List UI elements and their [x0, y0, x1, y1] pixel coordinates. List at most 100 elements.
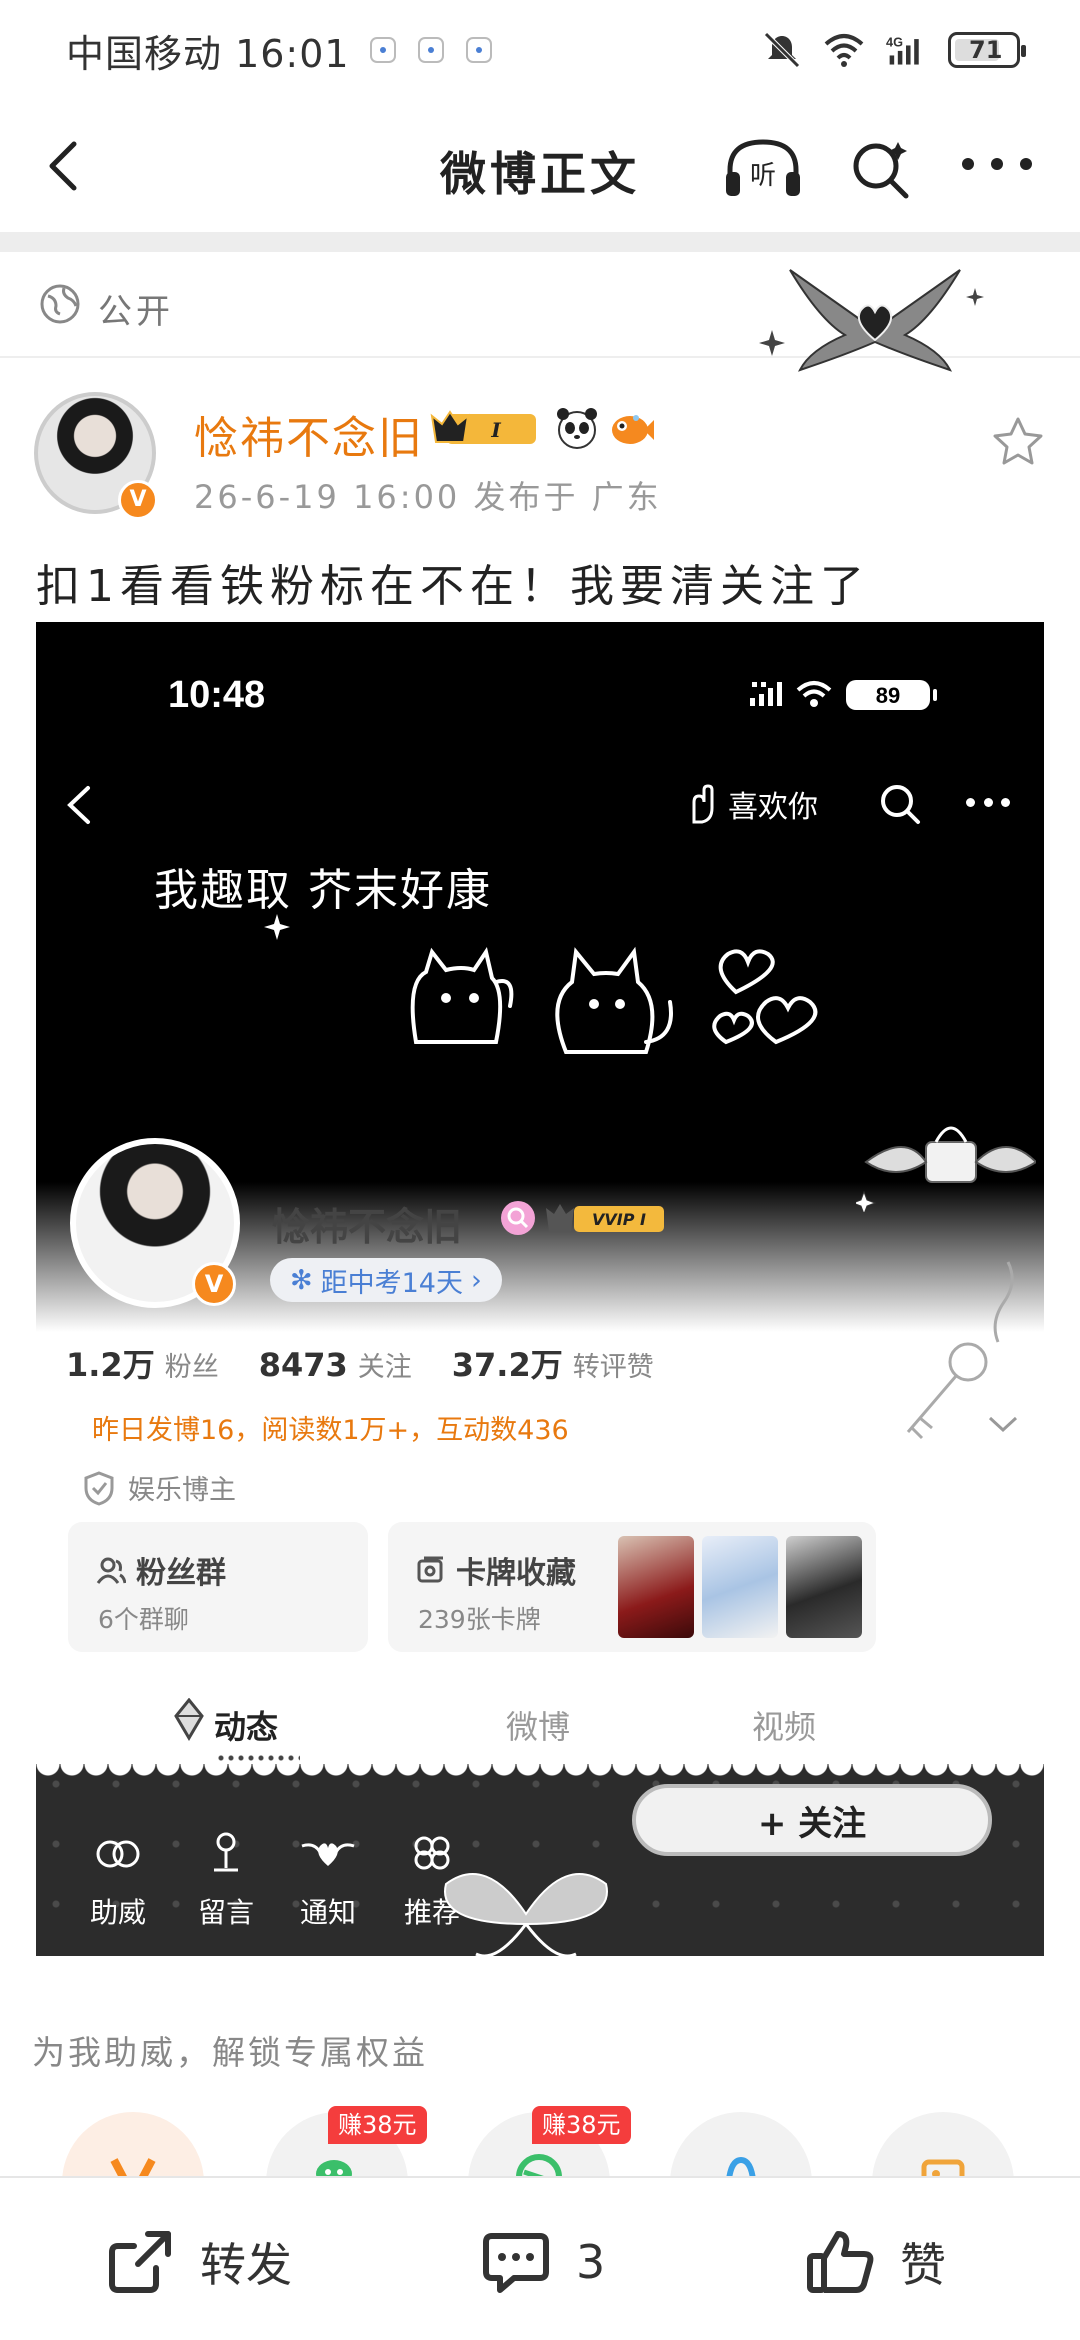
nav-bar: 微博正文 听	[0, 100, 1080, 232]
countdown-text: 距中考14天	[320, 1267, 463, 1299]
decorated-banner: 助威 留言 通知 推荐 + 关注	[36, 1764, 1044, 1956]
repost-button[interactable]: 转发	[104, 2226, 292, 2298]
stat-interactions: 37.2万 转评赞	[451, 1346, 654, 1384]
embedded-stats: 1.2万 粉丝 8473 关注 37.2万 转评赞	[66, 1340, 654, 1386]
thumbs-up-icon	[807, 2231, 874, 2293]
exam-countdown-pill: ✻ 距中考14天 ›	[270, 1258, 502, 1302]
like-label: 赞	[900, 2238, 946, 2292]
carrier-time: 中国移动 16:01	[66, 31, 350, 76]
heart-wings-decoration	[759, 269, 984, 372]
role-label: 娱乐博主	[82, 1468, 236, 1507]
battery-level: 71	[969, 36, 1003, 64]
stat-following: 8473 关注	[258, 1346, 412, 1384]
embedded-battery: 89	[876, 683, 900, 708]
tab-underline	[216, 1754, 300, 1762]
card-collection-icon	[417, 1556, 443, 1583]
knot-icon	[96, 1840, 140, 1868]
winged-heart-icon	[301, 1843, 355, 1866]
fan-group-sub: 6个群聊	[98, 1605, 189, 1634]
embedded-follow-button: + 关注	[632, 1784, 992, 1856]
chevron-right-icon: ›	[470, 1264, 482, 1296]
member-badge-text: I	[490, 418, 501, 442]
banner-nav-support: 助威	[88, 1832, 148, 1931]
banner-nav-notice: 通知	[298, 1832, 358, 1931]
visibility-label: 公开	[98, 292, 174, 332]
panda-badge-icon[interactable]	[552, 404, 602, 452]
verified-badge: V	[118, 480, 158, 520]
embedded-search-icon	[881, 785, 920, 824]
people-icon	[96, 1557, 126, 1584]
visibility-row: 公开	[0, 252, 1080, 372]
more-options-icon[interactable]	[962, 158, 1032, 176]
comment-button[interactable]: 3	[480, 2226, 605, 2298]
embedded-like-button: 喜欢你	[684, 782, 818, 826]
bag-ribbon-decoration	[856, 1126, 1036, 1212]
chevron-down-icon	[988, 1416, 1018, 1433]
post-meta: 26-6-19 16:00 发布于 广东	[194, 478, 662, 516]
embedded-status-icons: 89	[750, 680, 937, 710]
vvip-badge-icon: VVIP I	[546, 1204, 664, 1232]
status-bar: 中国移动 16:01 4G 71	[0, 0, 1080, 100]
globe-icon	[40, 284, 80, 324]
cat-heart-doodles	[410, 946, 818, 1054]
shield-icon	[84, 1470, 114, 1506]
page-title: 微博正文	[440, 147, 640, 201]
butterfly-decoration	[444, 1873, 608, 1956]
notification-icon	[417, 37, 444, 63]
comment-bubble-icon	[483, 2233, 549, 2293]
earn-tag: 赚38元	[532, 2106, 631, 2144]
listen-headphones-icon[interactable]: 听	[722, 136, 804, 200]
snowflake-icon: ✻	[290, 1264, 313, 1296]
tab-dynamics: 动态	[214, 1708, 279, 1746]
author-name[interactable]: 惗祎不念旧	[194, 402, 424, 466]
card-collection-sub: 239张卡牌	[418, 1605, 541, 1634]
embedded-time: 10:48	[168, 674, 266, 716]
notification-icon	[465, 37, 492, 63]
banner-nav-message: 留言	[196, 1832, 256, 1931]
repost-label: 转发	[200, 2238, 292, 2292]
fan-group-title: 粉丝群	[136, 1556, 226, 1591]
like-button[interactable]: 赞	[804, 2226, 946, 2298]
card-collection-card: 卡牌收藏 239张卡牌	[388, 1522, 876, 1652]
bottom-action-bar: 转发 3 赞	[0, 2176, 1080, 2340]
card-collection-title: 卡牌收藏	[456, 1556, 576, 1591]
card-thumbnail	[702, 1536, 778, 1638]
card-thumbnail	[618, 1536, 694, 1638]
comment-count: 3	[576, 2235, 606, 2289]
battery-icon: 71	[948, 32, 1026, 68]
embedded-verified-badge: V	[192, 1262, 236, 1306]
tab-video: 视频	[752, 1708, 817, 1746]
svg-text:4G: 4G	[886, 34, 903, 49]
notification-icon	[369, 37, 396, 63]
embedded-tabs: 动态 微博 视频	[36, 1682, 1044, 1762]
post-image[interactable]: 10:48 89 喜欢你 我趣取 芥末好康 V 惗祎不念旧 VVIP I ✻ 距…	[36, 622, 1044, 1956]
wifi-icon	[824, 34, 864, 67]
search-icon[interactable]	[848, 136, 914, 202]
post-text: 扣1看看铁粉标在不在！我要清关注了	[36, 561, 870, 612]
fan-group-card: 粉丝群 6个群聊	[68, 1522, 368, 1652]
earn-tag: 赚38元	[328, 2106, 427, 2144]
hand-heart-icon	[692, 784, 714, 824]
embedded-like-label: 喜欢你	[728, 790, 818, 825]
sparkle-icon	[264, 914, 290, 940]
vvip-badge-text: VVIP I	[592, 1210, 646, 1229]
signal-4g-icon: 4G	[886, 34, 919, 65]
fish-badge-icon[interactable]	[606, 404, 656, 452]
section-divider	[0, 232, 1080, 252]
gem-icon	[174, 1698, 204, 1741]
share-arrow-icon	[109, 2231, 171, 2293]
stat-followers: 1.2万 粉丝	[66, 1346, 219, 1384]
pedestal-icon	[214, 1832, 238, 1872]
boost-prompt: 为我助威，解锁专属权益	[32, 2033, 428, 2072]
embedded-profile-name: 惗祎不念旧	[272, 1205, 463, 1249]
embedded-more-icon	[966, 798, 1010, 808]
pink-search-badge-icon	[501, 1201, 535, 1235]
crown-member-badge-icon[interactable]: I	[430, 406, 542, 452]
tab-weibo: 微博	[506, 1708, 571, 1746]
listen-label: 听	[750, 161, 776, 191]
card-thumbnail	[786, 1536, 862, 1638]
notification-icons	[369, 37, 492, 63]
embedded-handwriting: 我趣取 芥末好康	[154, 865, 492, 916]
embedded-back-icon	[67, 786, 90, 824]
favorite-star-icon[interactable]	[990, 414, 1046, 470]
